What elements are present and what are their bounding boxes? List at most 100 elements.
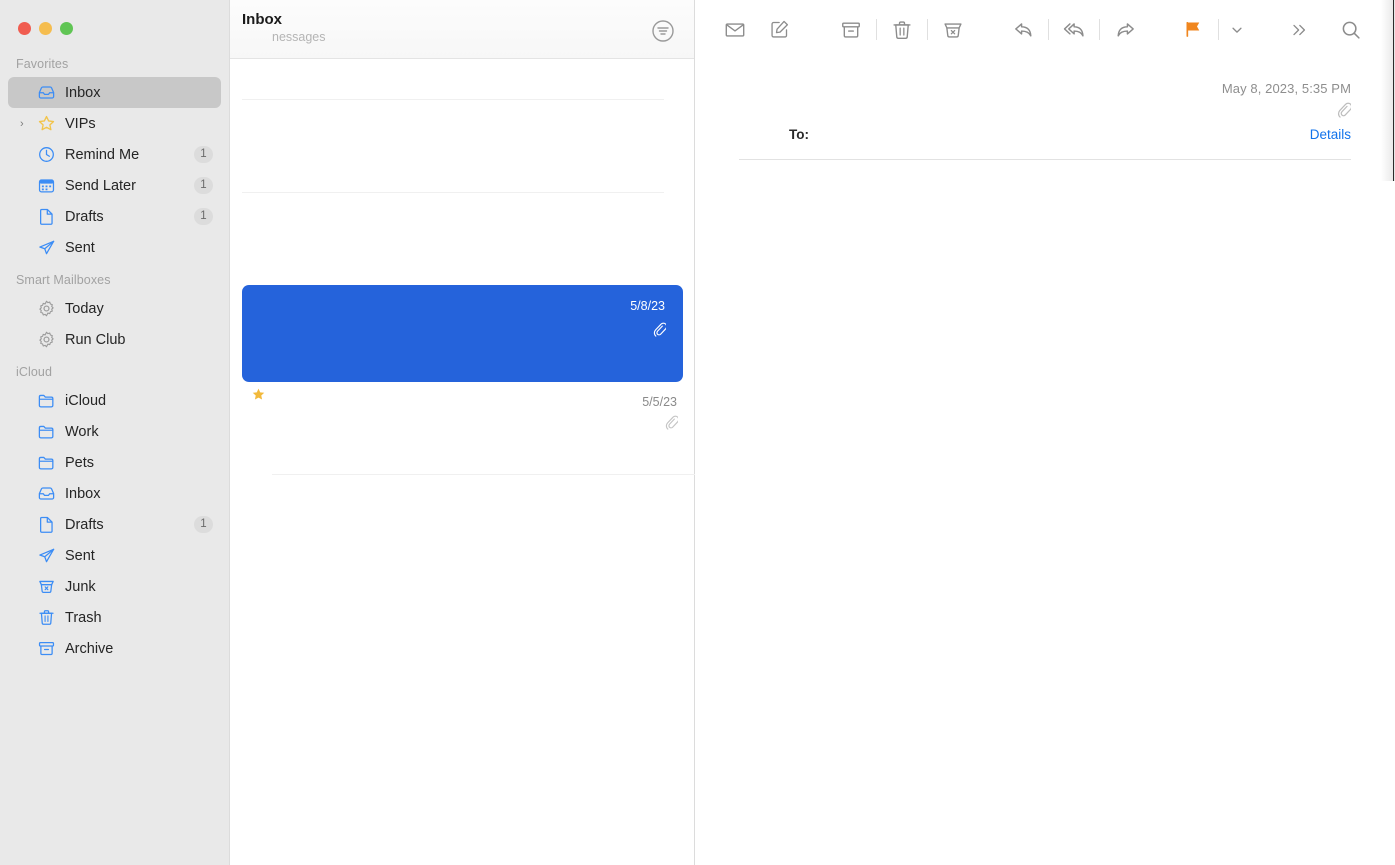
sidebar-item-remind-me[interactable]: Remind Me 1 (8, 139, 221, 170)
message-date: 5/8/23 (630, 299, 665, 313)
details-link[interactable]: Details (1310, 127, 1351, 142)
row-divider (272, 474, 737, 475)
sidebar-section-label: Smart Mailboxes (16, 273, 111, 287)
minimize-button[interactable] (39, 22, 52, 35)
message-row-placeholder[interactable] (230, 59, 694, 99)
inbox-icon (36, 484, 56, 504)
message-header: May 8, 2023, 5:35 PM To: Details (695, 59, 1395, 160)
sidebar-item-archive[interactable]: Archive (8, 633, 221, 664)
paper-plane-icon (36, 546, 56, 566)
sidebar-section-label: Favorites (16, 57, 69, 71)
sidebar-item-label: Sent (65, 547, 95, 564)
sidebar-item-sent[interactable]: Sent (8, 232, 221, 263)
archive-icon (36, 639, 56, 659)
paperclip-icon[interactable] (739, 102, 1353, 123)
sidebar-section: iCloud iCloud Work Pets Inbox Drafts 1 Sent Junk… (0, 365, 229, 664)
zoom-button[interactable] (60, 22, 73, 35)
folder-icon (36, 391, 56, 411)
message-list: Inbox nessages 5/8/23 5/5/23 (230, 0, 737, 865)
double-chevron-right-icon[interactable] (1277, 13, 1321, 47)
message-row-selected[interactable]: 5/8/23 (242, 285, 683, 382)
mail-window: Favorites Inbox › VIPs Remind Me 1 Send Later 1… (0, 0, 1395, 865)
reply-icon[interactable] (1001, 13, 1045, 47)
toolbar-separator (927, 19, 928, 40)
chevron-down-icon[interactable] (1222, 13, 1252, 47)
sidebar-item-drafts[interactable]: Drafts 1 (8, 201, 221, 232)
sidebar-item-label: Drafts (65, 516, 104, 533)
paper-plane-icon (36, 238, 56, 258)
sidebar-item-run-club[interactable]: Run Club (8, 324, 221, 355)
window-controls (0, 0, 229, 35)
gear-icon (36, 299, 56, 319)
message-row[interactable]: 5/5/23 (230, 388, 695, 466)
message-row-placeholder[interactable] (230, 193, 694, 283)
sidebar-section-label: iCloud (16, 365, 53, 379)
star-icon (36, 114, 56, 134)
sidebar-section: Favorites Inbox › VIPs Remind Me 1 Send Later 1… (0, 57, 229, 263)
folder-icon (36, 422, 56, 442)
sidebar-item-today[interactable]: Today (8, 293, 221, 324)
filter-icon[interactable] (650, 18, 676, 49)
compose-icon[interactable] (757, 13, 801, 47)
message-list-header: Inbox nessages (230, 0, 694, 59)
toolbar-separator (1099, 19, 1100, 40)
message-date: 5/5/23 (642, 395, 677, 409)
envelope-icon[interactable] (713, 13, 757, 47)
chevron-right-icon[interactable]: › (20, 118, 24, 130)
sidebar-item-work[interactable]: Work (8, 416, 221, 447)
mail-toolbar (695, 0, 1395, 59)
sidebar-item-label: Run Club (65, 331, 126, 348)
header-divider (739, 159, 1351, 160)
unread-badge: 1 (194, 146, 213, 163)
sidebar-item-junk[interactable]: Junk (8, 571, 221, 602)
document-icon (36, 515, 56, 535)
sidebar-item-inbox[interactable]: Inbox (8, 77, 221, 108)
trash-icon[interactable] (880, 13, 924, 47)
toolbar-separator (876, 19, 877, 40)
trash-icon (36, 608, 56, 628)
gear-icon (36, 330, 56, 350)
sidebar-item-drafts[interactable]: Drafts 1 (8, 509, 221, 540)
calendar-icon (36, 176, 56, 196)
junk-icon[interactable] (931, 13, 975, 47)
sidebar-item-sent[interactable]: Sent (8, 540, 221, 571)
reply-all-icon[interactable] (1052, 13, 1096, 47)
sidebar-item-vips[interactable]: › VIPs (8, 108, 221, 139)
archive-icon[interactable] (829, 13, 873, 47)
unread-badge: 1 (194, 516, 213, 533)
sidebar-item-label: Work (65, 423, 99, 440)
flag-icon[interactable] (1171, 13, 1215, 47)
mailbox-title: Inbox (242, 11, 282, 28)
document-icon (36, 207, 56, 227)
paperclip-icon (653, 322, 668, 342)
junk-icon (36, 577, 56, 597)
sidebar-item-icloud[interactable]: iCloud (8, 385, 221, 416)
sidebar: Favorites Inbox › VIPs Remind Me 1 Send Later 1… (0, 0, 230, 865)
sidebar-item-label: Today (65, 300, 104, 317)
sidebar-item-label: Pets (65, 454, 95, 471)
sidebar-item-label: Sent (65, 239, 95, 256)
sidebar-item-label: iCloud (65, 392, 107, 409)
folder-icon (36, 453, 56, 473)
sidebar-item-label: Drafts (65, 208, 104, 225)
sidebar-item-send-later[interactable]: Send Later 1 (8, 170, 221, 201)
sidebar-item-inbox[interactable]: Inbox (8, 478, 221, 509)
paperclip-icon (665, 415, 680, 435)
sidebar-item-label: Inbox (65, 84, 101, 101)
sidebar-item-pets[interactable]: Pets (8, 447, 221, 478)
message-count-label: nessages (272, 30, 326, 44)
vip-star-icon (252, 388, 265, 406)
sidebar-item-label: Junk (65, 578, 96, 595)
sidebar-item-label: Send Later (65, 177, 136, 194)
sidebar-item-trash[interactable]: Trash (8, 602, 221, 633)
search-icon[interactable] (1329, 13, 1373, 47)
forward-icon[interactable] (1103, 13, 1147, 47)
sidebar-item-label: VIPs (65, 115, 96, 132)
close-button[interactable] (18, 22, 31, 35)
to-label: To: (789, 127, 809, 142)
unread-badge: 1 (194, 177, 213, 194)
message-timestamp: May 8, 2023, 5:35 PM (1221, 81, 1351, 96)
sidebar-section: Smart Mailboxes Today Run Club (0, 273, 229, 355)
message-row-placeholder[interactable] (230, 100, 694, 192)
unread-badge: 1 (194, 208, 213, 225)
